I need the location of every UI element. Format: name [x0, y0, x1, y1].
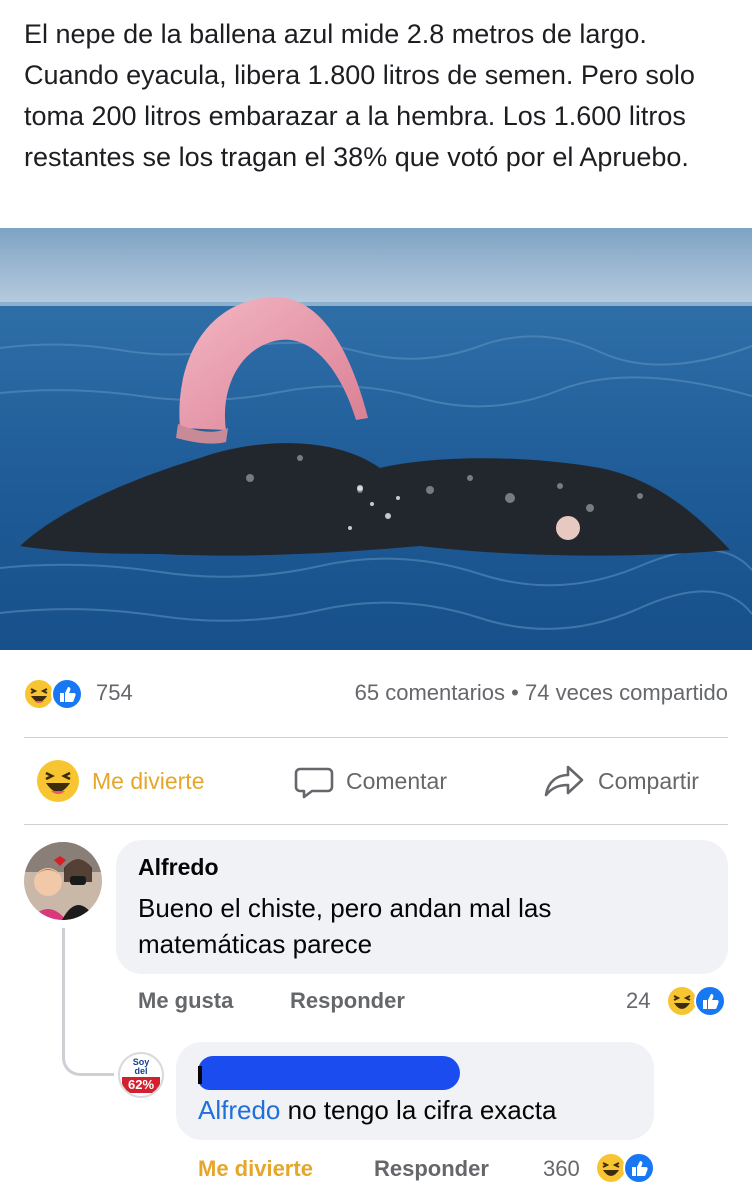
reaction-icons[interactable]	[23, 678, 93, 710]
like-icon	[623, 1152, 655, 1184]
reply-button[interactable]: Responder	[290, 988, 405, 1014]
haha-icon	[595, 1152, 627, 1184]
reply-bubble[interactable]: Alfredo no tengo la cifra exacta	[176, 1042, 654, 1140]
comment-label: Comentar	[346, 767, 447, 794]
haha-icon	[23, 678, 55, 710]
haha-icon	[37, 760, 79, 802]
share-count[interactable]: 74 veces compartido	[525, 680, 728, 705]
reply-text: Alfredo no tengo la cifra exacta	[198, 1092, 556, 1128]
mention-link[interactable]: Alfredo	[198, 1095, 280, 1125]
comment-reactions[interactable]	[665, 984, 727, 1018]
divider	[24, 824, 728, 825]
reaction-summary: 754 65 comentarios • 74 veces compartido	[0, 672, 752, 716]
comment-count[interactable]: 65 comentarios	[355, 680, 505, 705]
reply-reaction-count[interactable]: 360	[543, 1156, 580, 1182]
redaction-stub	[198, 1066, 202, 1084]
reaction-count[interactable]: 754	[96, 680, 133, 706]
comment-author[interactable]: Alfredo	[138, 854, 219, 881]
reply-avatar-badge[interactable]: Soy del 62%	[118, 1052, 164, 1098]
reply-react-button[interactable]: Me divierte	[198, 1156, 313, 1182]
post-image[interactable]	[0, 228, 752, 650]
reply-reactions[interactable]	[594, 1151, 656, 1185]
like-comment-button[interactable]: Me gusta	[138, 988, 233, 1014]
divider	[24, 737, 728, 738]
engagement-counts: 65 comentarios • 74 veces compartido	[355, 680, 728, 706]
share-label: Compartir	[598, 767, 699, 794]
reply-reply-button[interactable]: Responder	[374, 1156, 489, 1182]
comment-icon	[294, 767, 334, 799]
haha-icon	[666, 985, 698, 1017]
reply-body: no tengo la cifra exacta	[280, 1095, 557, 1125]
post-text: El nepe de la ballena azul mide 2.8 metr…	[24, 19, 695, 172]
react-label: Me divierte	[92, 767, 205, 794]
like-icon	[51, 678, 83, 710]
badge-line-2: del	[134, 1066, 148, 1076]
share-button[interactable]: Compartir	[542, 742, 699, 820]
redacted-author	[198, 1056, 460, 1090]
separator-dot: •	[511, 680, 519, 705]
comment-reaction-count[interactable]: 24	[626, 988, 650, 1014]
share-icon	[544, 765, 584, 797]
comment-text: Bueno el chiste, pero andan mal las mate…	[138, 893, 552, 959]
comment-bubble[interactable]: Alfredo Bueno el chiste, pero andan mal …	[116, 840, 728, 974]
like-icon	[694, 985, 726, 1017]
badge-line-3: 62%	[122, 1077, 160, 1093]
react-button[interactable]: Me divierte	[36, 742, 204, 820]
post-actions: Me divierte Comentar Compartir	[0, 742, 752, 820]
commenter-avatar[interactable]	[24, 842, 102, 920]
comment-button[interactable]: Comentar	[294, 742, 447, 820]
